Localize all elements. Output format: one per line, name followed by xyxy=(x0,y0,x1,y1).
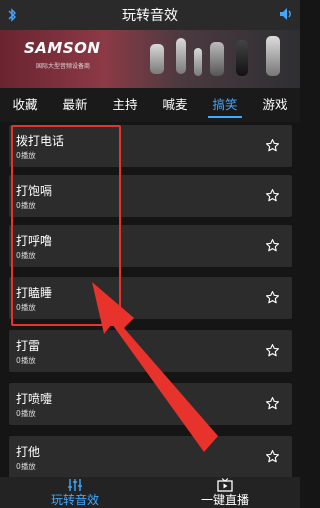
list-item[interactable]: 打喷嚏 0播放 xyxy=(9,383,292,425)
microphone-image xyxy=(236,40,248,76)
volume-icon[interactable] xyxy=(278,6,294,22)
star-outline-icon[interactable] xyxy=(265,188,280,203)
microphone-image xyxy=(176,38,186,74)
star-outline-icon[interactable] xyxy=(265,238,280,253)
play-count: 0播放 xyxy=(16,409,36,418)
nav-sound-effects[interactable]: 玩转音效 xyxy=(0,477,150,508)
ad-banner[interactable]: SAMSON 国际大型音频设备商 xyxy=(0,30,300,88)
page-title: 玩转音效 xyxy=(122,8,178,24)
nav-live[interactable]: 一键直播 xyxy=(150,477,300,508)
bluetooth-icon[interactable] xyxy=(6,7,18,23)
category-tabs: 收藏 最新 主持 喊麦 搞笑 游戏 xyxy=(0,88,300,122)
tv-play-icon xyxy=(217,478,233,492)
microphone-image xyxy=(194,48,202,76)
tab-host[interactable]: 主持 xyxy=(100,88,150,122)
tab-favorites[interactable]: 收藏 xyxy=(0,88,50,122)
nav-label: 一键直播 xyxy=(200,493,249,507)
microphone-image xyxy=(150,44,164,74)
sound-name: 打雷 xyxy=(16,339,41,353)
star-outline-icon[interactable] xyxy=(265,449,280,464)
play-count: 0播放 xyxy=(16,462,36,471)
tab-shout[interactable]: 喊麦 xyxy=(150,88,200,122)
sound-name: 打喷嚏 xyxy=(16,392,53,406)
tab-latest[interactable]: 最新 xyxy=(50,88,100,122)
banner-subtitle: 国际大型音频设备商 xyxy=(36,63,91,70)
star-outline-icon[interactable] xyxy=(265,138,280,153)
list-item[interactable]: 打他 0播放 xyxy=(9,436,292,477)
star-outline-icon[interactable] xyxy=(265,396,280,411)
banner-brand: SAMSON xyxy=(24,39,101,57)
bottom-nav: 玩转音效 一键直播 xyxy=(0,477,300,508)
microphone-image xyxy=(210,42,224,76)
annotation-highlight-box xyxy=(11,125,121,326)
microphone-image xyxy=(266,36,280,76)
star-outline-icon[interactable] xyxy=(265,290,280,305)
app-header: 玩转音效 xyxy=(0,0,300,30)
tab-funny[interactable]: 搞笑 xyxy=(200,88,250,122)
play-count: 0播放 xyxy=(16,356,36,365)
star-outline-icon[interactable] xyxy=(265,343,280,358)
nav-label: 玩转音效 xyxy=(50,493,99,507)
tab-games[interactable]: 游戏 xyxy=(250,88,300,122)
equalizer-icon xyxy=(68,479,82,491)
sound-name: 打他 xyxy=(16,445,41,459)
list-item[interactable]: 打雷 0播放 xyxy=(9,330,292,372)
